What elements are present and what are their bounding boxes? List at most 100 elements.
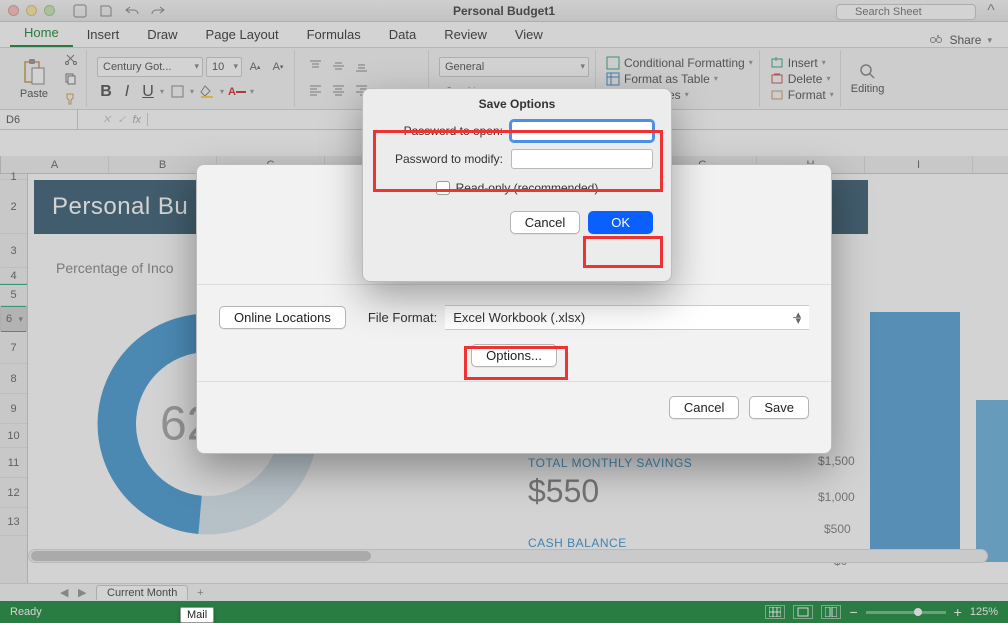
options-button[interactable]: Options... <box>471 344 557 367</box>
sheet-tab-current[interactable]: Current Month <box>96 585 188 600</box>
format-cells-button[interactable]: Format▾ <box>770 88 834 102</box>
row-10[interactable]: 10 <box>0 424 27 448</box>
zoom-slider[interactable] <box>866 611 946 614</box>
add-sheet-button[interactable]: + <box>192 585 208 601</box>
zoom-level[interactable]: 125% <box>970 606 998 618</box>
tab-draw[interactable]: Draw <box>133 22 191 47</box>
save-options-title: Save Options <box>363 89 671 117</box>
fx-label[interactable]: fx <box>132 114 141 126</box>
row-4[interactable]: 4 <box>0 268 27 284</box>
tab-home[interactable]: Home <box>10 20 73 47</box>
row-13[interactable]: 13 <box>0 508 27 536</box>
tab-page-layout[interactable]: Page Layout <box>192 22 293 47</box>
tab-view[interactable]: View <box>501 22 557 47</box>
save-icon[interactable] <box>97 2 115 20</box>
row-9[interactable]: 9 <box>0 394 27 424</box>
options-ok-button[interactable]: OK <box>588 211 653 234</box>
pw-modify-input[interactable] <box>511 149 653 169</box>
font-size-select[interactable]: 10 <box>206 57 242 77</box>
document-title: Personal Budget1 <box>453 4 555 18</box>
pw-open-input[interactable] <box>511 121 653 141</box>
cut-icon[interactable] <box>60 50 80 68</box>
border-icon[interactable] <box>167 83 187 101</box>
row-11[interactable]: 11 <box>0 448 27 478</box>
tab-formulas[interactable]: Formulas <box>293 22 375 47</box>
autosave-icon[interactable] <box>71 2 89 20</box>
tab-data[interactable]: Data <box>375 22 430 47</box>
horizontal-scrollbar[interactable] <box>28 549 988 563</box>
clipboard-group: Paste <box>6 50 87 107</box>
decrease-font-icon[interactable]: A▾ <box>268 58 288 76</box>
format-as-table-button[interactable]: Format as Table▾ <box>606 72 753 86</box>
search-icon[interactable] <box>859 63 877 81</box>
col-J[interactable]: J <box>973 156 1008 173</box>
font-name-select[interactable]: Century Got... <box>97 57 203 77</box>
zoom-window-icon[interactable] <box>44 5 55 16</box>
save-cancel-button[interactable]: Cancel <box>669 396 739 419</box>
readonly-checkbox[interactable] <box>436 181 450 195</box>
italic-button[interactable]: I <box>118 83 136 101</box>
align-middle-icon[interactable] <box>328 58 348 76</box>
conditional-formatting-button[interactable]: Conditional Formatting▾ <box>606 56 753 70</box>
save-confirm-button[interactable]: Save <box>749 396 809 419</box>
bold-button[interactable]: B <box>97 83 115 101</box>
page-layout-view-icon[interactable] <box>793 605 813 619</box>
share-button[interactable]: Share ▾ <box>923 33 998 47</box>
col-I[interactable]: I <box>865 156 973 173</box>
pw-open-label: Password to open: <box>404 124 503 138</box>
search-sheet[interactable] <box>836 2 976 20</box>
align-left-icon[interactable] <box>305 82 325 100</box>
align-top-icon[interactable] <box>305 58 325 76</box>
ribbon-toggle-icon[interactable]: ^ <box>982 2 1000 20</box>
col-A[interactable]: A <box>1 156 109 173</box>
fx-controls: ✕ ✓ fx <box>78 113 148 126</box>
savings-block: TOTAL MONTHLY SAVINGS $550 <box>528 456 692 510</box>
minimize-window-icon[interactable] <box>26 5 37 16</box>
fill-color-icon[interactable] <box>197 83 217 101</box>
align-center-icon[interactable] <box>328 82 348 100</box>
share-label: Share <box>949 33 981 47</box>
undo-icon[interactable] <box>123 2 141 20</box>
enter-formula-icon[interactable]: ✓ <box>117 113 126 126</box>
cash-block: CASH BALANCE <box>528 536 627 550</box>
page-break-view-icon[interactable] <box>821 605 841 619</box>
row-2[interactable]: 2 <box>0 180 27 234</box>
close-window-icon[interactable] <box>8 5 19 16</box>
row-6[interactable]: 6 <box>0 306 27 332</box>
underline-button[interactable]: U <box>139 83 157 101</box>
zoom-thumb[interactable] <box>914 608 922 616</box>
cancel-formula-icon[interactable]: ✕ <box>102 113 111 126</box>
status-bar: Ready − + 125% <box>0 601 1008 623</box>
scrollbar-thumb[interactable] <box>31 551 371 561</box>
redo-icon[interactable] <box>149 2 167 20</box>
pw-modify-label: Password to modify: <box>395 152 503 166</box>
row-5[interactable]: 5 <box>0 284 27 306</box>
delete-cells-button[interactable]: Delete▾ <box>770 72 834 86</box>
row-7[interactable]: 7 <box>0 332 27 364</box>
format-painter-icon[interactable] <box>60 90 80 108</box>
online-locations-button[interactable]: Online Locations <box>219 306 346 329</box>
prev-sheet-icon[interactable]: ◀ <box>60 586 74 599</box>
number-format-select[interactable]: General <box>439 57 589 77</box>
name-box[interactable]: D6 <box>0 110 78 129</box>
options-cancel-button[interactable]: Cancel <box>510 211 580 234</box>
row-3[interactable]: 3 <box>0 234 27 268</box>
search-input[interactable] <box>836 4 976 20</box>
next-sheet-icon[interactable]: ▶ <box>78 586 92 599</box>
align-bottom-icon[interactable] <box>351 58 371 76</box>
increase-font-icon[interactable]: A▴ <box>245 58 265 76</box>
tab-insert[interactable]: Insert <box>73 22 134 47</box>
zoom-out-button[interactable]: − <box>849 604 857 620</box>
row-8[interactable]: 8 <box>0 364 27 394</box>
row-12[interactable]: 12 <box>0 478 27 508</box>
file-format-select[interactable]: Excel Workbook (.xlsx) ▴▾ <box>445 305 809 330</box>
font-color-icon[interactable]: A <box>227 83 247 101</box>
insert-cells-button[interactable]: Insert▾ <box>770 56 834 70</box>
paste-button[interactable]: Paste <box>12 50 56 108</box>
zoom-in-button[interactable]: + <box>954 604 962 620</box>
ribbon-tabs: Home Insert Draw Page Layout Formulas Da… <box>0 22 1008 48</box>
copy-icon[interactable] <box>60 70 80 88</box>
normal-view-icon[interactable] <box>765 605 785 619</box>
tab-review[interactable]: Review <box>430 22 501 47</box>
share-icon <box>929 34 943 46</box>
